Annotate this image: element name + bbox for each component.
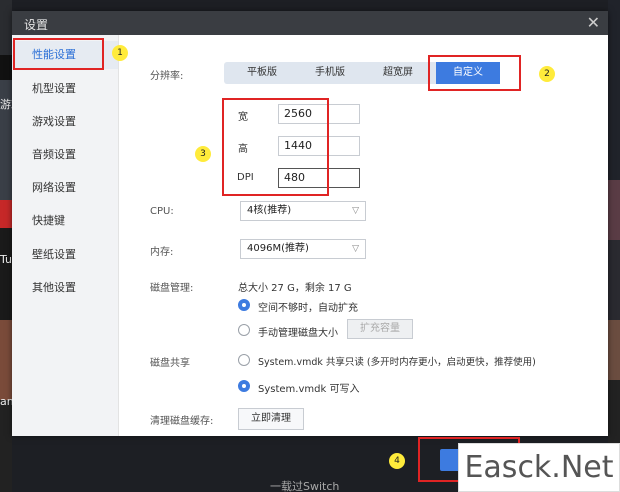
share-writable-label: System.vmdk 可写入	[258, 384, 360, 395]
annotation-box-3	[222, 98, 329, 196]
resolution-ultrawide-option[interactable]: 超宽屏	[368, 62, 428, 84]
disk-manual-label: 手动管理磁盘大小	[258, 328, 338, 339]
disk-auto-label: 空间不够时，自动扩充	[258, 303, 358, 314]
dialog-titlebar: 设置 ✕	[12, 11, 608, 35]
memory-select-value: 4096M(推荐)	[247, 243, 309, 254]
main-panel	[118, 35, 608, 436]
clear-cache-button[interactable]: 立即清理	[238, 408, 304, 430]
cpu-label: CPU:	[150, 206, 174, 217]
annotation-badge-3: 3	[195, 146, 211, 162]
dialog-title: 设置	[24, 18, 49, 32]
disk-manual-radio[interactable]	[238, 324, 250, 336]
close-icon[interactable]: ✕	[587, 13, 600, 32]
sidebar-item-other[interactable]: 其他设置	[12, 274, 118, 302]
watermark: Easck.Net	[458, 443, 620, 492]
chevron-down-icon: ▽	[352, 244, 359, 254]
sidebar-item-shortcuts[interactable]: 快捷键	[12, 207, 118, 235]
memory-label: 内存:	[150, 247, 174, 258]
disk-label: 磁盘管理:	[150, 283, 194, 294]
background-right	[608, 0, 620, 492]
resolution-tablet-option[interactable]: 平板版	[232, 62, 292, 84]
resolution-label: 分辨率:	[150, 71, 184, 82]
sidebar: 性能设置 机型设置 游戏设置 音频设置 网络设置 快捷键 壁纸设置 其他设置	[12, 35, 118, 436]
cache-label: 清理磁盘缓存:	[150, 416, 214, 427]
sidebar-item-game[interactable]: 游戏设置	[12, 108, 118, 136]
share-readonly-label: System.vmdk 共享只读 (多开时内存更小，启动更快，推荐使用)	[258, 357, 536, 368]
disk-summary: 总大小 27 G，剩余 17 G	[238, 283, 352, 294]
annotation-badge-2: 2	[539, 66, 555, 82]
disk-share-label: 磁盘共享	[150, 358, 190, 369]
share-readonly-radio[interactable]	[238, 354, 250, 366]
sidebar-item-audio[interactable]: 音频设置	[12, 141, 118, 169]
bg-bottom-text: 一载过Switch	[270, 480, 340, 492]
annotation-box-1	[13, 38, 104, 70]
disk-auto-radio[interactable]	[238, 299, 250, 311]
annotation-box-2	[428, 55, 521, 91]
annotation-badge-4: 4	[389, 453, 405, 469]
cpu-select[interactable]: 4核(推荐) ▽	[240, 201, 366, 221]
bg-text-left-mid: Tu	[0, 253, 13, 266]
annotation-badge-1: 1	[112, 45, 128, 61]
sidebar-item-network[interactable]: 网络设置	[12, 174, 118, 202]
resolution-phone-option[interactable]: 手机版	[300, 62, 360, 84]
sidebar-item-wallpaper[interactable]: 壁纸设置	[12, 241, 118, 269]
sidebar-item-device[interactable]: 机型设置	[12, 75, 118, 103]
memory-select[interactable]: 4096M(推荐) ▽	[240, 239, 366, 259]
background-left	[0, 0, 12, 492]
share-writable-radio[interactable]	[238, 380, 250, 392]
cpu-select-value: 4核(推荐)	[247, 205, 292, 216]
expand-capacity-button[interactable]: 扩充容量	[347, 319, 413, 339]
chevron-down-icon: ▽	[352, 206, 359, 216]
